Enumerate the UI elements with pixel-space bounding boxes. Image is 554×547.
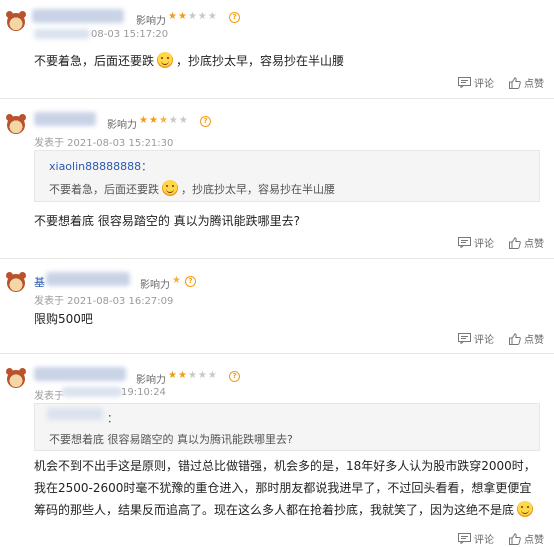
like-label: 点赞 (524, 535, 544, 546)
comment-icon (458, 533, 471, 544)
influence-stars: ★★★★★ (168, 11, 218, 22)
post-time-prefix: 发表于 (34, 391, 64, 402)
thumbs-up-icon (509, 236, 521, 249)
question-icon[interactable]: ? (185, 276, 196, 287)
thumbs-up-icon (509, 332, 521, 345)
post-content: 限购500吧 (34, 312, 93, 326)
like-label: 点赞 (524, 79, 544, 90)
quote-text-part: 不要着急，后面还要跌 (49, 183, 159, 196)
post-content-part: ，抄底抄太早，容易抄在半山腰 (176, 54, 345, 68)
post-time: 08-03 15:17:20 (91, 29, 169, 40)
comment-button[interactable]: 评论 (458, 531, 494, 546)
quote-username[interactable]: xiaolin88888888： (49, 158, 152, 174)
comment-label: 评论 (474, 79, 494, 90)
comment-button[interactable]: 评论 (458, 331, 494, 346)
post-content-part: 机会不到不出手这是原则，错过总比做错强，机会多的是，18年好多人认为股市跌穿20… (34, 459, 536, 517)
influence-stars: ★★★★★ (168, 370, 218, 381)
quote-text-part: ，抄底抄太早，容易抄在半山腰 (181, 183, 335, 196)
avatar[interactable] (6, 272, 26, 292)
time-blurred (62, 387, 122, 397)
like-label: 点赞 (524, 239, 544, 250)
comment-label: 评论 (474, 535, 494, 546)
username-blurred[interactable] (32, 9, 124, 23)
post-time: 发表于 2021-08-03 16:27:09 (34, 296, 174, 307)
post-content: 不要着急，后面还要跌 ，抄底抄太早，容易抄在半山腰 (34, 52, 344, 69)
like-button[interactable]: 点赞 (509, 531, 544, 546)
post-time-tail: 19:10:24 (121, 387, 166, 398)
like-button[interactable]: 点赞 (509, 235, 544, 250)
quote-text: 不要想着底 很容易踏空的 真以为腾讯能跌哪里去? (49, 433, 293, 446)
influence-stars: ★ (172, 275, 182, 286)
comment-icon (458, 77, 471, 88)
thumbs-up-icon (509, 532, 521, 545)
time-prefix-blurred (34, 29, 90, 39)
influence-stars: ★★★★★ (139, 115, 189, 126)
username-blurred[interactable] (46, 272, 130, 286)
username-blurred[interactable] (34, 367, 126, 381)
influence-label: 影响力 (107, 120, 137, 131)
like-label: 点赞 (524, 335, 544, 346)
quote-colon: ： (107, 412, 118, 425)
influence-label: 影响力 (136, 16, 166, 27)
comment-button[interactable]: 评论 (458, 235, 494, 250)
post-1: 影响力 ★★★★★ ? 08-03 15:17:20 不要着急，后面还要跌 ，抄底… (0, 0, 554, 99)
comment-label: 评论 (474, 239, 494, 250)
quoted-reply: ： 不要想着底 很容易踏空的 真以为腾讯能跌哪里去? (34, 403, 540, 451)
avatar[interactable] (6, 368, 26, 388)
post-4: 影响力 ★★★★★ ? 发表于 19:10:24 ： 不要想着底 很容易踏空的 … (0, 353, 554, 547)
thumbs-up-icon (509, 76, 521, 89)
comment-icon (458, 237, 471, 248)
smile-emoji-icon (157, 52, 174, 68)
question-icon[interactable]: ? (229, 371, 240, 382)
influence-label: 影响力 (140, 280, 170, 291)
like-button[interactable]: 点赞 (509, 331, 544, 346)
influence-label: 影响力 (136, 375, 166, 386)
question-icon[interactable]: ? (229, 12, 240, 23)
post-3: 基 影响力 ★ ? 发表于 2021-08-03 16:27:09 限购500吧… (0, 258, 554, 354)
quote-username-blurred[interactable] (47, 408, 103, 420)
post-time: 发表于 2021-08-03 15:21:30 (34, 138, 174, 149)
post-content: 机会不到不出手这是原则，错过总比做错强，机会多的是，18年好多人认为股市跌穿20… (34, 455, 542, 521)
post-content: 不要想着底 很容易踏空的 真以为腾讯能跌哪里去? (34, 214, 300, 228)
like-button[interactable]: 点赞 (509, 75, 544, 90)
quote-text: 不要着急，后面还要跌 ，抄底抄太早，容易抄在半山腰 (49, 180, 335, 197)
post-2: 影响力 ★★★★★ ? 发表于 2021-08-03 15:21:30 xiao… (0, 98, 554, 259)
question-icon[interactable]: ? (200, 116, 211, 127)
username-fragment[interactable]: 基 (34, 274, 45, 290)
smile-emoji-icon (162, 180, 178, 196)
post-content-part: 不要着急，后面还要跌 (34, 54, 155, 68)
smile-emoji-icon (517, 501, 534, 517)
quoted-reply: xiaolin88888888： 不要着急，后面还要跌 ，抄底抄太早，容易抄在半山… (34, 150, 540, 202)
comment-button[interactable]: 评论 (458, 75, 494, 90)
comment-icon (458, 333, 471, 344)
comment-label: 评论 (474, 335, 494, 346)
username-blurred[interactable] (34, 112, 96, 126)
avatar[interactable] (6, 11, 26, 31)
avatar[interactable] (6, 114, 26, 134)
